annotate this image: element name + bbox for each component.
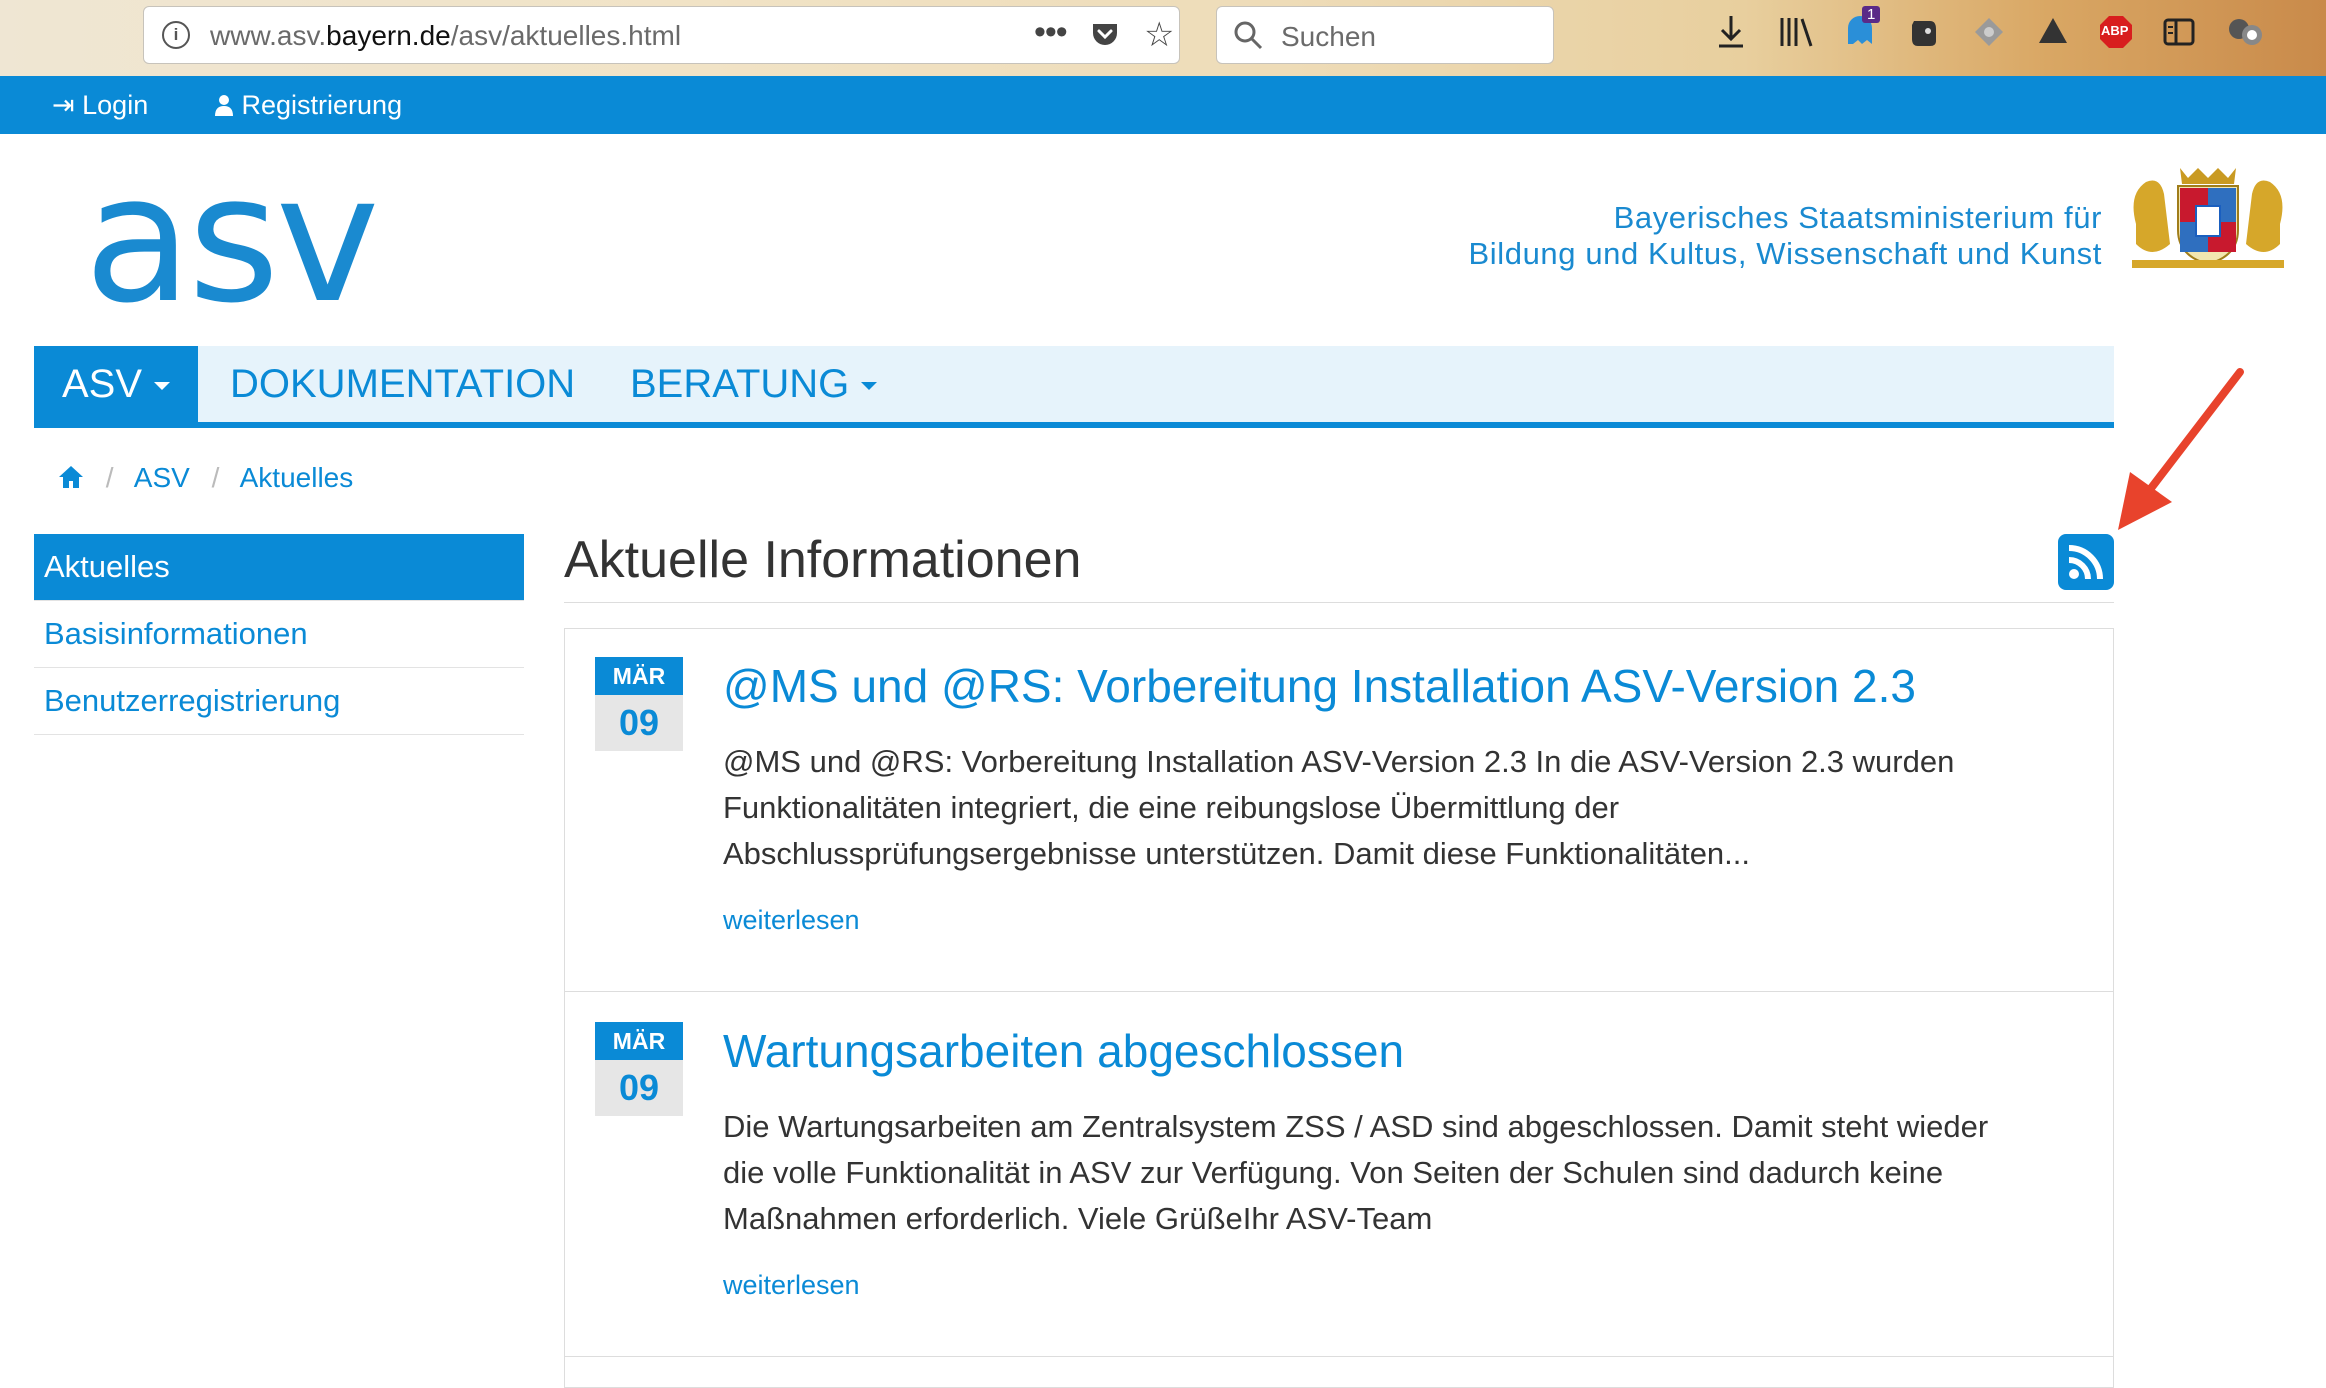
home-icon[interactable] [58, 465, 84, 489]
adblock-icon[interactable]: ABP [2098, 14, 2134, 50]
read-more-link[interactable]: weiterlesen [723, 905, 860, 936]
caret-down-icon [154, 382, 171, 391]
news-divider [565, 1356, 2113, 1357]
bavarian-coat-of-arms-icon [2122, 164, 2294, 272]
download-icon[interactable] [1716, 14, 1746, 50]
nav-consulting[interactable]: BERATUNG [630, 346, 878, 422]
date-day: 09 [595, 1060, 683, 1116]
svg-text:asv: asv [84, 170, 376, 310]
search-placeholder: Suchen [1281, 21, 1376, 52]
url-bar[interactable]: i www.asv.bayern.de/asv/aktuelles.html •… [143, 6, 1180, 64]
register-label: Registrierung [241, 90, 403, 120]
caret-down-icon [861, 382, 878, 391]
register-link[interactable]: Registrierung [214, 90, 402, 121]
news-title[interactable]: @MS und @RS: Vorbereitung Installation A… [723, 659, 1916, 713]
notification-badge: 1 [1862, 6, 1881, 23]
gray-extension-icon[interactable] [1972, 14, 2006, 50]
evernote-icon[interactable] [1906, 14, 1940, 50]
top-bar: ⇥ Login Registrierung [0, 76, 2326, 134]
page-title: Aktuelle Informationen [564, 531, 1082, 589]
account-icon[interactable] [2226, 14, 2264, 50]
ghost-extension-icon[interactable]: 1 [1840, 6, 1881, 50]
nav-asv[interactable]: ASV [34, 346, 199, 422]
date-month: MÄR [595, 1022, 683, 1060]
page-actions-icon[interactable]: ••• [1034, 13, 1068, 52]
sidebar-item-benutzerregistrierung[interactable]: Benutzerregistrierung [34, 668, 524, 735]
rss-feed-button[interactable] [2058, 534, 2114, 590]
asv-logo[interactable]: asv [84, 137, 404, 342]
sidebar: Aktuelles Basisinformationen Benutzerreg… [34, 534, 524, 735]
sidebar-item-basisinformationen[interactable]: Basisinformationen [34, 601, 524, 668]
news-title[interactable]: Wartungsarbeiten abgeschlossen [723, 1024, 1404, 1078]
library-icon[interactable] [1778, 14, 1814, 50]
user-icon [215, 95, 233, 116]
dark-extension-icon[interactable] [2036, 14, 2070, 50]
breadcrumb: / ASV / Aktuelles [58, 462, 353, 494]
nav-documentation[interactable]: DOKUMENTATION [230, 346, 575, 422]
search-box[interactable]: Suchen [1216, 6, 1554, 64]
date-day: 09 [595, 695, 683, 751]
read-more-link[interactable]: weiterlesen [723, 1270, 860, 1301]
asv-logo-graphic: asv [84, 137, 380, 342]
browser-toolbar: i www.asv.bayern.de/asv/aktuelles.html •… [0, 0, 2326, 76]
news-list: MÄR 09 @MS und @RS: Vorbereitung Install… [564, 628, 2114, 1388]
breadcrumb-current[interactable]: Aktuelles [240, 462, 354, 493]
reader-view-icon[interactable] [2162, 14, 2196, 50]
date-badge: MÄR 09 [595, 657, 683, 751]
ministry-name: Bayerisches Staatsministerium für Bildun… [1469, 200, 2103, 272]
breadcrumb-asv[interactable]: ASV [134, 462, 190, 493]
sidebar-item-aktuelles[interactable]: Aktuelles [34, 534, 524, 601]
title-divider [564, 602, 2114, 603]
red-arrow-annotation [2118, 368, 2244, 530]
date-month: MÄR [595, 657, 683, 695]
sign-in-icon: ⇥ [52, 90, 75, 120]
login-label: Login [82, 90, 149, 120]
main-nav: ASV DOKUMENTATION BERATUNG [34, 346, 2114, 428]
search-icon [1234, 21, 1263, 50]
ministry-line-2: Bildung und Kultus, Wissenschaft und Kun… [1468, 236, 2102, 271]
ministry-line-1: Bayerisches Staatsministerium für [1613, 200, 2102, 235]
date-badge: MÄR 09 [595, 1022, 683, 1116]
rss-icon [2068, 545, 2103, 580]
info-icon[interactable]: i [162, 21, 190, 49]
url-text[interactable]: www.asv.bayern.de/asv/aktuelles.html [210, 20, 681, 52]
news-divider [565, 991, 2113, 992]
bookmark-star-icon[interactable]: ☆ [1144, 15, 1174, 55]
pocket-icon[interactable] [1090, 21, 1120, 49]
news-excerpt: @MS und @RS: Vorbereitung Installation A… [723, 744, 1955, 871]
login-link[interactable]: ⇥ Login [52, 90, 148, 121]
news-excerpt: Die Wartungsarbeiten am Zentralsystem ZS… [723, 1109, 1989, 1236]
